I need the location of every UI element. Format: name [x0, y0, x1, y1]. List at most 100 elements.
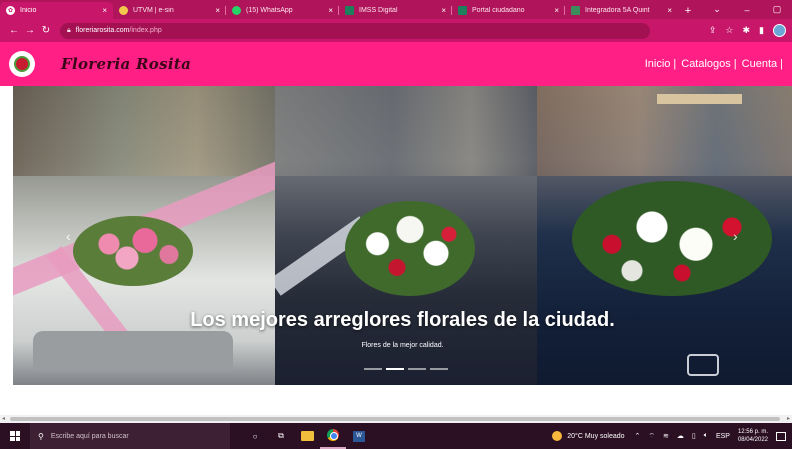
hero-carousel: ‹ › Los mejores arreglores florales de l… [13, 86, 792, 385]
main-nav: Inicio | Catalogos | Cuenta | [640, 58, 783, 70]
flower-arrangement [73, 216, 193, 286]
chevron-up-icon[interactable]: ⌃ [635, 432, 641, 440]
wifi-icon[interactable]: ≋ [663, 432, 669, 440]
carousel-indicator[interactable] [430, 368, 448, 370]
imss-icon [458, 6, 467, 15]
carousel-indicator[interactable] [408, 368, 426, 370]
sidepanel-icon[interactable]: ▮ [759, 25, 764, 36]
rose-icon [16, 58, 28, 70]
store-sign [657, 94, 742, 104]
volume-icon[interactable]: 🔈︎ [704, 432, 708, 440]
carousel-prev-icon[interactable]: ‹ [66, 228, 71, 244]
tab-inicio[interactable]: ✿ Inicio × [0, 2, 113, 19]
tab-imss[interactable]: IMSS Digital × [339, 2, 452, 19]
bookmark-star-icon[interactable]: ☆ [725, 25, 733, 36]
hero-title: Los mejores arreglores florales de la ci… [190, 309, 615, 331]
cortana-icon[interactable]: ○ [242, 423, 268, 449]
cloud-icon[interactable]: ☁ [677, 432, 684, 440]
language-indicator[interactable]: ESP [716, 433, 730, 440]
chrome-button[interactable] [320, 423, 346, 449]
scroll-right-icon[interactable]: ▸ [787, 415, 790, 422]
tab-integradora[interactable]: Integradora 5A Quint × [565, 2, 678, 19]
carousel-indicator-active[interactable] [386, 368, 404, 370]
carousel-indicator[interactable] [364, 368, 382, 370]
notifications-icon[interactable] [776, 431, 786, 441]
extensions-icon[interactable]: ✱ [743, 25, 751, 36]
profile-avatar[interactable] [773, 24, 786, 37]
close-tab-icon[interactable]: × [554, 6, 559, 15]
word-button[interactable]: W [346, 423, 372, 449]
favicon-icon [119, 6, 128, 15]
nav-separator: | [780, 58, 783, 70]
favicon-icon: ✿ [6, 6, 15, 15]
new-tab-button[interactable]: + [678, 2, 698, 19]
toolbar-icons: ⇪ ☆ ✱ ▮ [709, 24, 786, 37]
scroll-left-icon[interactable]: ◂ [2, 415, 5, 422]
close-tab-icon[interactable]: × [667, 6, 672, 15]
browser-toolbar: ← → ↻ 🔒︎ floreriarosita.com/index.php ⇪ … [0, 19, 792, 42]
brand-name[interactable]: Floreria Rosita [61, 55, 191, 73]
forward-icon[interactable]: → [22, 25, 38, 36]
word-icon: W [353, 430, 365, 442]
tab-title: IMSS Digital [359, 7, 398, 14]
tab-portal-ciudadano[interactable]: Portal ciudadano × [452, 2, 565, 19]
imss-icon [345, 6, 354, 15]
hero-image-white-car [13, 86, 275, 385]
weather-text: 20°C Muy soleado [567, 432, 625, 440]
nav-separator: | [673, 58, 677, 70]
tab-title: Inicio [20, 7, 37, 14]
windows-icon [10, 431, 20, 441]
window-controls: ⌄ – ▢ [702, 0, 792, 19]
sun-icon [552, 431, 563, 441]
tab-title: (15) WhatsApp [246, 7, 293, 14]
nav-catalogos[interactable]: Catalogos [681, 58, 731, 70]
taskbar-search[interactable]: ⚲ Escribe aquí para buscar [30, 423, 230, 449]
close-tab-icon[interactable]: × [215, 6, 220, 15]
back-icon[interactable]: ← [6, 25, 22, 36]
url-path: /index.php [129, 27, 162, 34]
hero-image-blue-car [537, 86, 792, 385]
file-explorer-button[interactable] [294, 423, 320, 449]
clock-time: 12:56 p. m. [737, 429, 768, 435]
car-grille [33, 331, 233, 371]
flower-arrangement [572, 181, 772, 296]
tab-search-icon[interactable]: ⌄ [702, 4, 732, 15]
search-placeholder: Escribe aquí para buscar [50, 432, 129, 440]
weather-widget[interactable]: 20°C Muy soleado [552, 431, 625, 441]
street-buildings [13, 86, 275, 176]
address-bar[interactable]: 🔒︎ floreriarosita.com/index.php [60, 22, 650, 39]
start-button[interactable] [0, 431, 30, 441]
tab-title: Portal ciudadano [472, 7, 525, 14]
task-view-icon[interactable]: ⧉ [268, 423, 294, 449]
site-header: Floreria Rosita Inicio | Catalogos | Cue… [0, 42, 792, 86]
battery-icon[interactable]: ▯ [692, 432, 696, 440]
nav-cuenta[interactable]: Cuenta [742, 58, 777, 70]
tab-utvm[interactable]: UTVM | e-sin × [113, 2, 226, 19]
tab-title: Integradora 5A Quint [585, 7, 650, 14]
close-tab-icon[interactable]: × [328, 6, 333, 15]
lock-icon[interactable]: 🔒︎ [67, 27, 71, 35]
minimize-icon[interactable]: – [732, 5, 762, 15]
close-tab-icon[interactable]: × [102, 6, 107, 15]
folder-icon [300, 431, 314, 441]
carousel-indicators [364, 368, 448, 370]
network-icon[interactable]: ⌔ [648, 432, 655, 441]
browser-tab-strip: ✿ Inicio × UTVM | e-sin × (15) WhatsApp … [0, 0, 792, 19]
hero-image-dark-car [275, 86, 537, 385]
system-tray: ⌃ ⌔ ≋ ☁ ▯ 🔈︎ ESP [635, 432, 730, 441]
carousel-next-icon[interactable]: › [733, 228, 738, 244]
maximize-icon[interactable]: ▢ [762, 4, 792, 15]
share-icon[interactable]: ⇪ [709, 25, 717, 36]
rose-logo-icon[interactable] [9, 51, 35, 77]
horizontal-scrollbar[interactable]: ◂ ▸ [0, 415, 792, 423]
nav-inicio[interactable]: Inicio [645, 58, 671, 70]
tab-whatsapp[interactable]: (15) WhatsApp × [226, 2, 339, 19]
tab-title: UTVM | e-sin [133, 7, 174, 14]
scrollbar-thumb[interactable] [10, 417, 780, 421]
close-tab-icon[interactable]: × [441, 6, 446, 15]
reload-icon[interactable]: ↻ [38, 25, 54, 36]
flower-arrangement [345, 201, 475, 296]
taskbar-clock[interactable]: 12:56 p. m. 08/04/2022 [738, 428, 768, 444]
clock-date: 08/04/2022 [737, 437, 768, 443]
classroom-icon [571, 6, 580, 15]
